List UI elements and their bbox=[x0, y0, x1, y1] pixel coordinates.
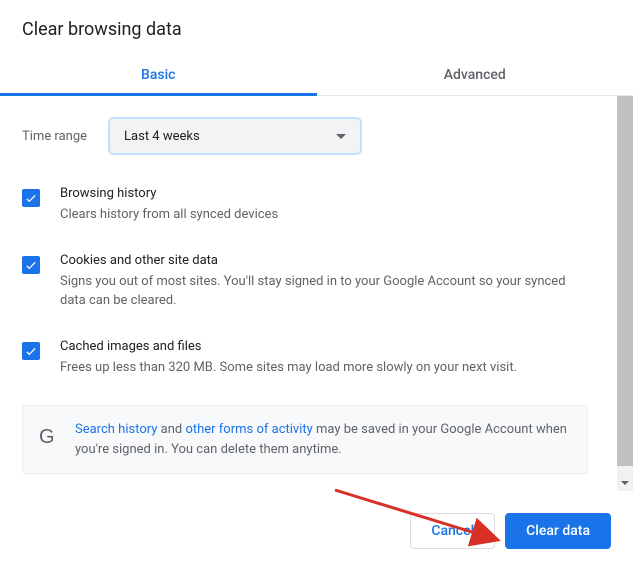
dialog-content: Time range Last 4 weeks Browsing history… bbox=[0, 96, 610, 474]
other-activity-link[interactable]: other forms of activity bbox=[185, 422, 312, 437]
clear-data-button[interactable]: Clear data bbox=[505, 513, 611, 549]
google-icon: G bbox=[39, 422, 61, 452]
chevron-down-icon bbox=[336, 134, 346, 139]
check-icon bbox=[24, 344, 38, 358]
checkbox-cached[interactable] bbox=[22, 342, 40, 360]
time-range-label: Time range bbox=[22, 129, 87, 144]
scroll-region: Time range Last 4 weeks Browsing history… bbox=[0, 96, 633, 491]
clear-browsing-data-dialog: Clear browsing data Basic Advanced Time … bbox=[0, 0, 633, 549]
option-title: Cookies and other site data bbox=[60, 253, 588, 268]
dialog-footer: Cancel Clear data bbox=[0, 491, 633, 549]
option-text: Cookies and other site data Signs you ou… bbox=[60, 253, 588, 311]
option-cached: Cached images and files Frees up less th… bbox=[22, 339, 588, 378]
scrollbar[interactable] bbox=[617, 96, 633, 491]
button-label: Cancel bbox=[431, 523, 474, 539]
info-text: Search history and other forms of activi… bbox=[75, 420, 571, 459]
option-browsing-history: Browsing history Clears history from all… bbox=[22, 186, 588, 225]
chevron-down-icon bbox=[621, 481, 629, 485]
dialog-title: Clear browsing data bbox=[0, 0, 633, 54]
search-history-link[interactable]: Search history bbox=[75, 422, 157, 437]
option-title: Browsing history bbox=[60, 186, 588, 201]
cancel-button[interactable]: Cancel bbox=[410, 513, 495, 549]
tab-advanced[interactable]: Advanced bbox=[317, 54, 633, 95]
tab-basic[interactable]: Basic bbox=[0, 54, 317, 95]
checkbox-browsing-history[interactable] bbox=[22, 189, 40, 207]
option-text: Browsing history Clears history from all… bbox=[60, 186, 588, 225]
option-desc: Signs you out of most sites. You'll stay… bbox=[60, 272, 588, 311]
google-account-info: G Search history and other forms of acti… bbox=[22, 405, 588, 474]
check-icon bbox=[24, 258, 38, 272]
option-title: Cached images and files bbox=[60, 339, 588, 354]
option-desc: Frees up less than 320 MB. Some sites ma… bbox=[60, 358, 588, 378]
time-range-row: Time range Last 4 weeks bbox=[22, 118, 588, 154]
time-range-select[interactable]: Last 4 weeks bbox=[109, 118, 361, 154]
option-text: Cached images and files Frees up less th… bbox=[60, 339, 588, 378]
button-label: Clear data bbox=[526, 523, 590, 539]
tab-bar: Basic Advanced bbox=[0, 54, 633, 96]
option-cookies: Cookies and other site data Signs you ou… bbox=[22, 253, 588, 311]
checkbox-cookies[interactable] bbox=[22, 256, 40, 274]
check-icon bbox=[24, 191, 38, 205]
info-text-part: and bbox=[157, 422, 185, 437]
option-desc: Clears history from all synced devices bbox=[60, 205, 588, 225]
time-range-value: Last 4 weeks bbox=[124, 129, 200, 144]
scrollbar-thumb[interactable] bbox=[617, 96, 633, 466]
scrollbar-down-button[interactable] bbox=[617, 474, 633, 491]
tab-label: Advanced bbox=[444, 67, 506, 83]
tab-label: Basic bbox=[141, 67, 175, 83]
